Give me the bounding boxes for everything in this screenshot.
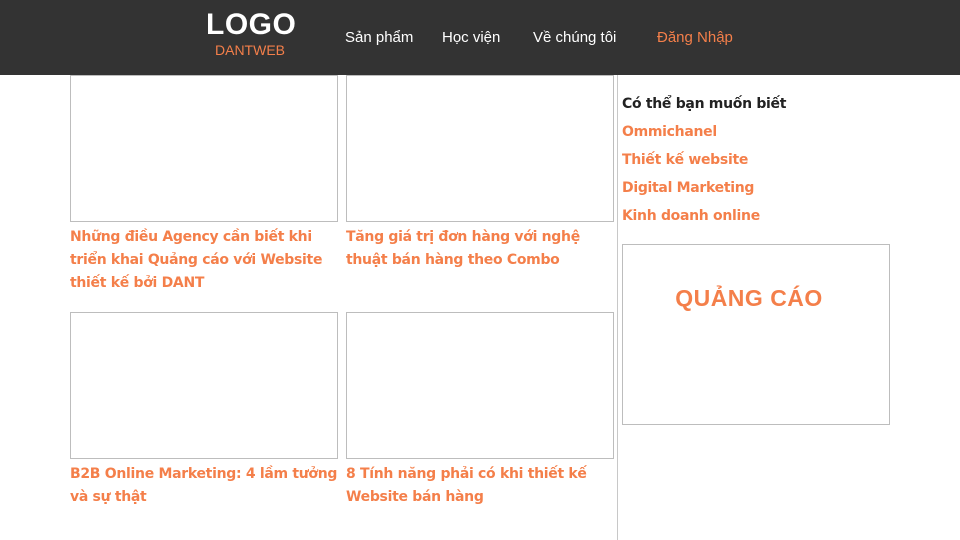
article-thumbnail[interactable]: [346, 312, 614, 459]
article-thumbnail[interactable]: [70, 75, 338, 222]
article-thumbnail[interactable]: [70, 312, 338, 459]
nav-item-san-pham[interactable]: Sản phẩm: [345, 29, 413, 47]
sidebar-link-ommichanel[interactable]: Ommichanel: [622, 122, 717, 142]
top-navbar: LOGO DANTWEB Sản phẩm Học viện Về chúng …: [0, 0, 960, 75]
login-link[interactable]: Đăng Nhập: [657, 29, 733, 47]
advertisement-label: QUẢNG CÁO: [675, 285, 823, 311]
sidebar-divider: [617, 75, 618, 540]
article-card[interactable]: Những điều Agency cần biết khi triển kha…: [70, 75, 338, 295]
article-card[interactable]: 8 Tính năng phải có khi thiết kế Website…: [346, 312, 614, 509]
article-title-link[interactable]: Những điều Agency cần biết khi triển kha…: [70, 226, 338, 295]
article-title-link[interactable]: 8 Tính năng phải có khi thiết kế Website…: [346, 463, 614, 509]
article-card[interactable]: B2B Online Marketing: 4 lầm tưởng và sự …: [70, 312, 338, 509]
logo-subtitle: DANTWEB: [215, 42, 285, 58]
article-title-link[interactable]: B2B Online Marketing: 4 lầm tưởng và sự …: [70, 463, 338, 509]
nav-item-hoc-vien[interactable]: Học viện: [442, 29, 500, 47]
sidebar-heading: Có thể bạn muốn biết: [622, 96, 787, 112]
article-title-link[interactable]: Tăng giá trị đơn hàng với nghệ thuật bán…: [346, 226, 614, 272]
sidebar-link-digital-marketing[interactable]: Digital Marketing: [622, 178, 754, 198]
sidebar-link-kinh-doanh-online[interactable]: Kinh doanh online: [622, 206, 760, 226]
logo[interactable]: LOGO DANTWEB: [206, 8, 297, 59]
advertisement-box[interactable]: QUẢNG CÁO: [622, 244, 890, 425]
article-card[interactable]: Tăng giá trị đơn hàng với nghệ thuật bán…: [346, 75, 614, 272]
logo-title: LOGO: [206, 8, 297, 41]
article-thumbnail[interactable]: [346, 75, 614, 222]
nav-item-ve-chung-toi[interactable]: Về chúng tôi: [533, 29, 616, 47]
sidebar-link-thiet-ke-website[interactable]: Thiết kế website: [622, 150, 748, 170]
